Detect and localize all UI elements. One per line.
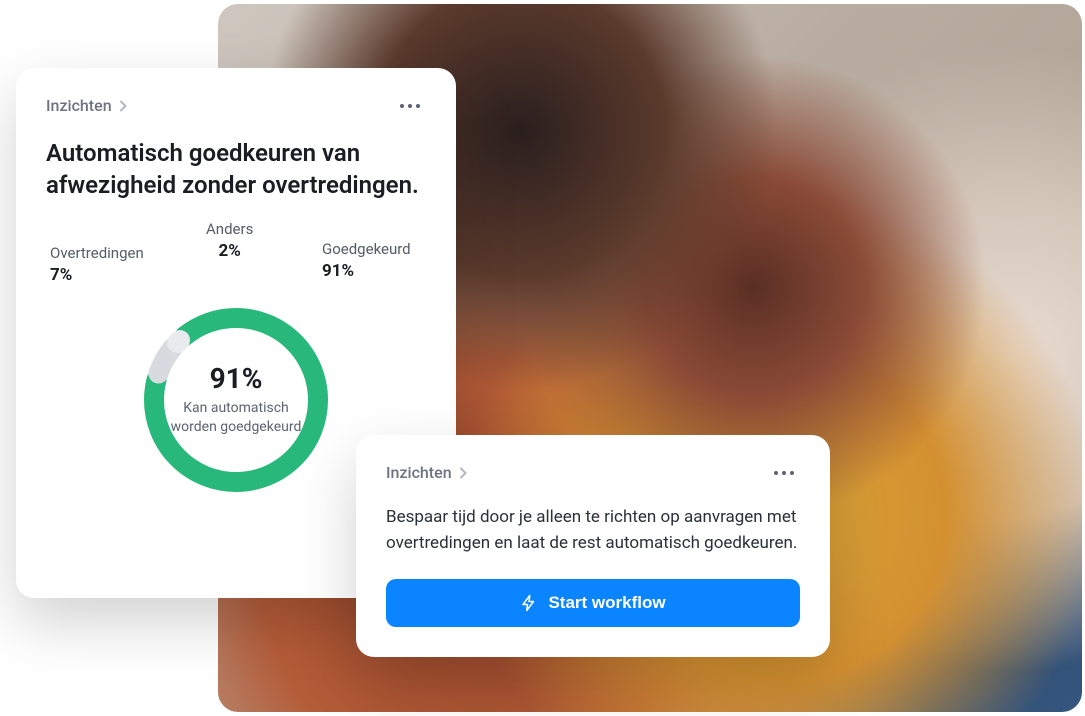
segment-name: Overtredingen xyxy=(50,244,144,262)
breadcrumb[interactable]: Inzichten xyxy=(46,96,128,115)
breadcrumb-label: Inzichten xyxy=(386,463,452,482)
more-icon xyxy=(400,104,404,108)
segment-pct: 7% xyxy=(50,265,144,286)
more-menu-button[interactable] xyxy=(394,98,426,114)
donut-chart: 91% Kan automatisch worden goedgekeurd xyxy=(136,300,336,500)
lightning-icon xyxy=(520,594,538,612)
breadcrumb-label: Inzichten xyxy=(46,96,112,115)
more-menu-button[interactable] xyxy=(768,465,800,481)
breadcrumb[interactable]: Inzichten xyxy=(386,463,468,482)
segment-label-approved: Goedgekeurd 91% xyxy=(322,240,411,282)
donut-center: 91% Kan automatisch worden goedgekeurd xyxy=(136,300,336,500)
segment-label-violations: Overtredingen 7% xyxy=(50,244,144,286)
chevron-right-icon xyxy=(118,100,128,112)
segment-pct: 2% xyxy=(206,241,253,262)
more-icon xyxy=(774,471,778,475)
segment-name: Anders xyxy=(206,220,253,238)
action-description: Bespaar tijd door je alleen te richten o… xyxy=(386,504,800,557)
insights-title: Automatisch goedkeuren van afwezigheid z… xyxy=(46,137,426,202)
action-card-header: Inzichten xyxy=(386,463,800,482)
action-card: Inzichten Bespaar tijd door je alleen te… xyxy=(356,435,830,657)
chevron-right-icon xyxy=(458,467,468,479)
donut-segment-labels: Overtredingen 7% Anders 2% Goedgekeurd 9… xyxy=(46,220,426,300)
insights-card-header: Inzichten xyxy=(46,96,426,115)
start-workflow-label: Start workflow xyxy=(548,593,665,613)
donut-center-caption: Kan automatisch worden goedgekeurd xyxy=(164,399,308,437)
start-workflow-button[interactable]: Start workflow xyxy=(386,579,800,627)
donut-center-value: 91% xyxy=(210,362,263,395)
segment-name: Goedgekeurd xyxy=(322,240,411,258)
segment-pct: 91% xyxy=(322,261,411,282)
segment-label-other: Anders 2% xyxy=(206,220,253,262)
